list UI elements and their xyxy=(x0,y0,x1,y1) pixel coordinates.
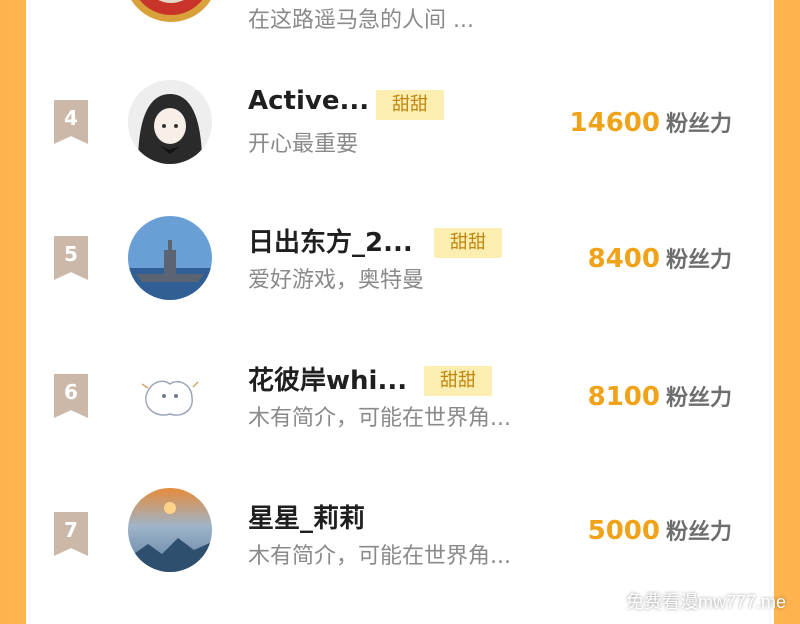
avatar[interactable] xyxy=(128,216,212,300)
score-value: 8400 xyxy=(587,244,660,274)
score-unit: 粉丝力 xyxy=(665,386,732,411)
level-tag: 甜甜 xyxy=(434,228,502,258)
user-name[interactable]: 花彼岸whi... xyxy=(248,360,407,397)
list-item-partial[interactable]: 在这路遥马急的人间 ... xyxy=(26,0,774,40)
ranking-card: 在这路遥马急的人间 ... 4 Active... 甜甜 开心最重要 14600… xyxy=(26,0,774,624)
score-unit: 粉丝力 xyxy=(665,112,732,137)
score-unit: 粉丝力 xyxy=(665,248,732,273)
level-tag: 甜甜 xyxy=(376,90,444,120)
user-name[interactable]: 日出东方_2... xyxy=(248,222,413,259)
score-value: 14600 xyxy=(569,108,660,138)
score-value: 8100 xyxy=(587,382,660,412)
user-name[interactable]: Active... xyxy=(248,86,369,116)
list-item[interactable]: 5 日出东方_2... 甜甜 爱好游戏，奥特曼 8400 粉丝力 xyxy=(26,206,774,316)
watermark: 免费看漫mw777.me xyxy=(625,592,786,612)
bio: 开心最重要 xyxy=(248,132,359,157)
score: 8100 粉丝力 xyxy=(588,380,732,412)
score: 8400 粉丝力 xyxy=(588,242,732,274)
avatar[interactable] xyxy=(124,0,218,22)
bio: 木有简介，可能在世界角... xyxy=(248,544,511,569)
score-value: 5000 xyxy=(587,516,660,546)
list-item[interactable]: 4 Active... 甜甜 开心最重要 14600 粉丝力 xyxy=(26,70,774,180)
rank-badge: 5 xyxy=(54,236,88,280)
score-unit: 粉丝力 xyxy=(665,520,732,545)
rank-badge: 7 xyxy=(54,512,88,556)
avatar[interactable] xyxy=(128,354,212,438)
avatar[interactable] xyxy=(128,80,212,164)
score: 5000 粉丝力 xyxy=(588,514,732,546)
bio: 在这路遥马急的人间 ... xyxy=(248,8,474,33)
bio: 木有简介，可能在世界角... xyxy=(248,406,511,431)
level-tag: 甜甜 xyxy=(424,366,492,396)
avatar[interactable] xyxy=(128,488,212,572)
rank-badge: 6 xyxy=(54,374,88,418)
user-name[interactable]: 星星_莉莉 xyxy=(248,498,365,535)
bio: 爱好游戏，奥特曼 xyxy=(248,268,425,293)
rank-badge: 4 xyxy=(54,100,88,144)
score: 14600 粉丝力 xyxy=(570,106,732,138)
list-item[interactable]: 6 花彼岸whi... 甜甜 木有简介，可能在世界角... 8100 粉丝力 xyxy=(26,344,774,454)
list-item[interactable]: 7 星星_莉莉 木有简介，可能在世界角... 5000 粉丝力 xyxy=(26,482,774,592)
